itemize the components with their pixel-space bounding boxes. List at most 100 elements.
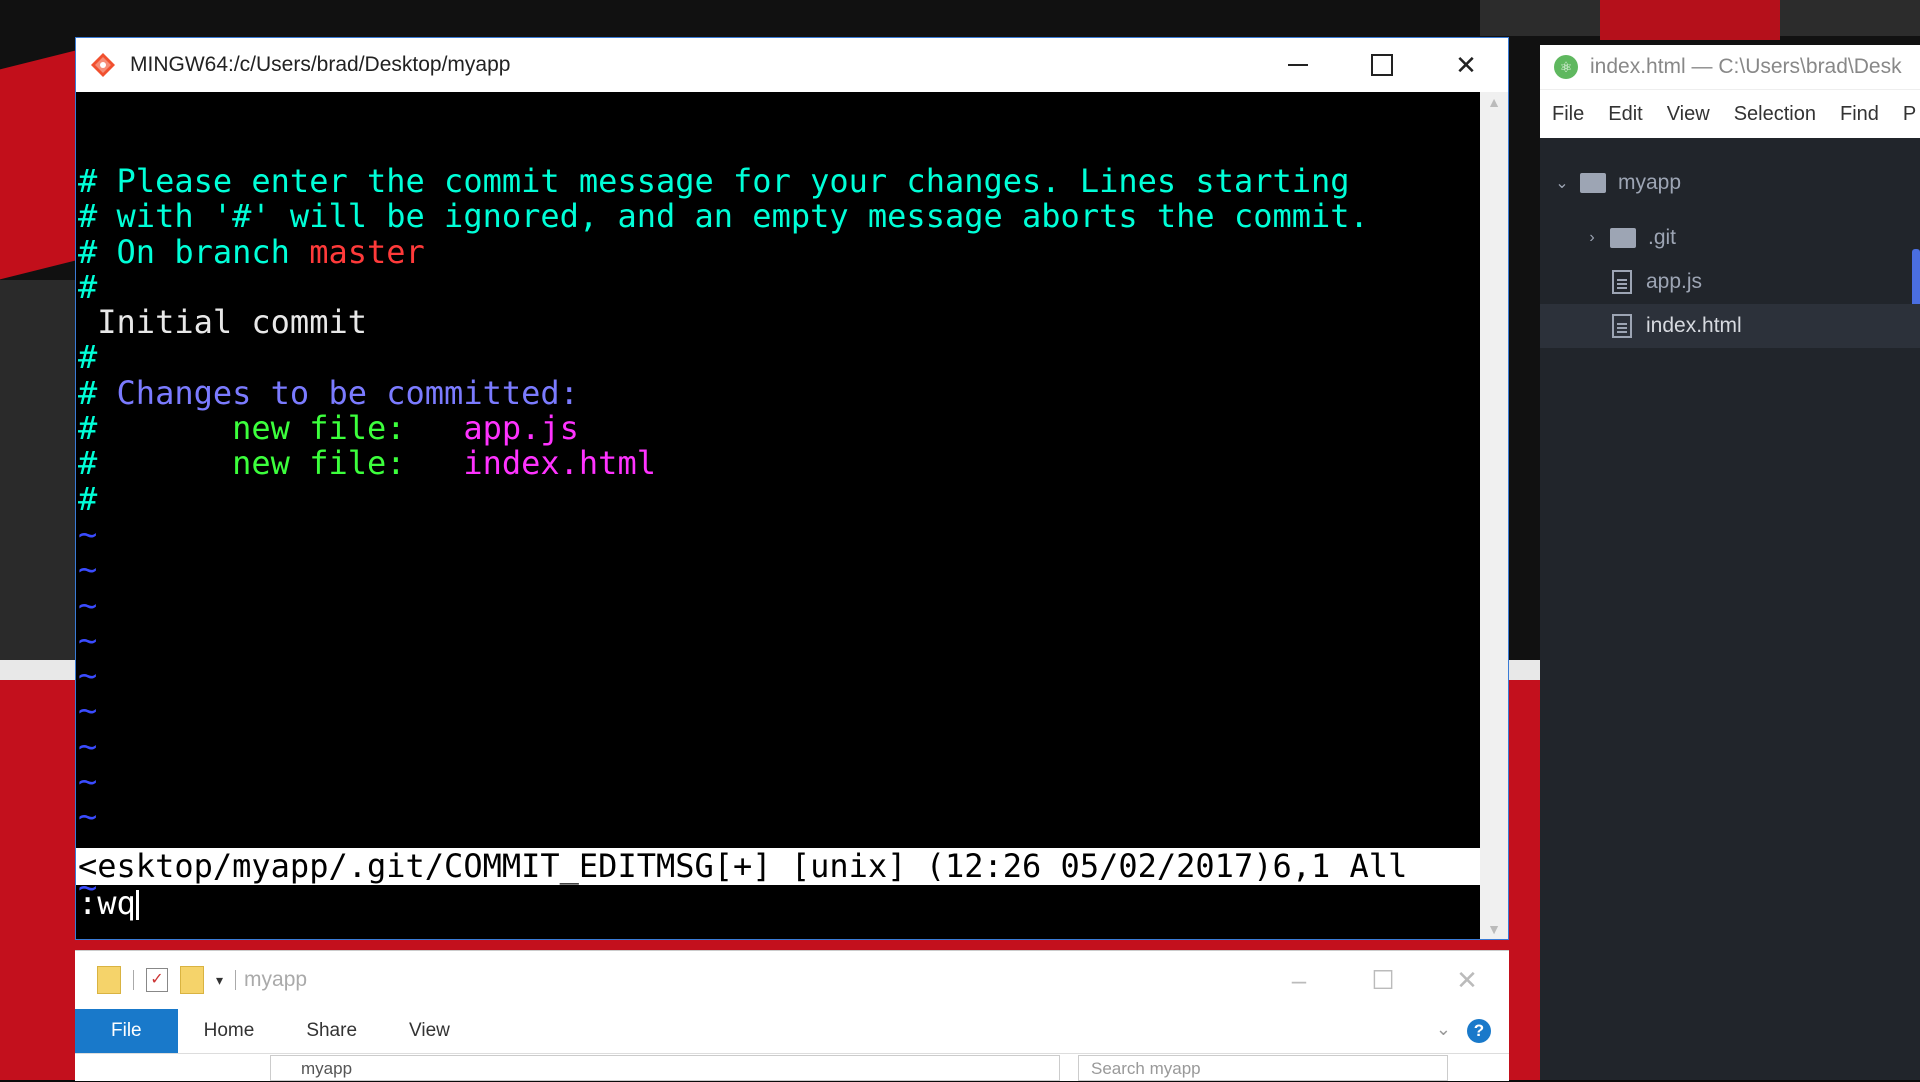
tree-item-label: index.html <box>1646 314 1742 337</box>
editor-titlebar[interactable]: ⚛ index.html — C:\Users\brad\Desk <box>1540 45 1920 89</box>
desktop-shape <box>1600 0 1780 40</box>
folder-icon <box>1610 228 1636 248</box>
menu-view[interactable]: View <box>1655 103 1722 126</box>
menu-file[interactable]: File <box>1540 103 1596 126</box>
buffer-line: # with '#' will be ignored, and an empty… <box>78 199 1480 234</box>
tree-item-myapp[interactable]: ⌄ myapp <box>1540 161 1920 205</box>
folder-icon <box>1580 173 1606 193</box>
scroll-up-icon[interactable]: ▲ <box>1480 94 1508 110</box>
buffer-text: master <box>309 232 425 271</box>
buffer-line: ~ <box>78 585 1480 624</box>
folder-icon <box>97 966 121 994</box>
search-input[interactable]: Search myapp <box>1078 1055 1448 1081</box>
explorer-titlebar[interactable]: ✓ ▾ myapp – ☐ ✕ <box>75 951 1509 1009</box>
editor-window[interactable]: ⚛ index.html — C:\Users\brad\Desk File E… <box>1540 45 1920 1080</box>
tree-item-label: app.js <box>1646 270 1703 293</box>
buffer-text: index.html <box>463 444 656 483</box>
maximize-icon <box>1371 54 1393 76</box>
address-bar[interactable]: myapp <box>270 1055 1060 1081</box>
tree-item-label: .git <box>1648 226 1677 249</box>
buffer-line: # <box>78 479 1480 518</box>
buffer-line: # new file: index.html <box>78 446 1480 481</box>
divider <box>133 970 134 990</box>
buffer-text: new file: <box>97 444 464 483</box>
buffer-text: # <box>78 338 98 377</box>
buffer-line: ~ <box>78 620 1480 659</box>
close-button[interactable]: ✕ <box>1425 951 1509 1009</box>
buffer-line: ~ <box>78 726 1480 765</box>
buffer-line: # Please enter the commit message for yo… <box>78 163 1480 199</box>
chevron-down-icon: ⌄ <box>1555 175 1569 192</box>
help-icon[interactable]: ? <box>1467 1019 1491 1043</box>
buffer-line: ~ <box>78 514 1480 553</box>
tree-item-index-html[interactable]: index.html <box>1540 304 1920 348</box>
editor-title: index.html — C:\Users\brad\Desk <box>1590 55 1902 78</box>
tab-file[interactable]: File <box>75 1009 178 1053</box>
menu-find[interactable]: Find <box>1828 103 1891 126</box>
buffer-text: # <box>78 267 98 306</box>
buffer-text: ~ <box>78 585 98 624</box>
atom-icon: ⚛ <box>1554 55 1578 79</box>
desktop-shape <box>0 50 75 280</box>
tree-item-label: myapp <box>1618 171 1682 194</box>
menu-edit[interactable]: Edit <box>1596 103 1654 126</box>
window-controls: – ☐ ✕ <box>1257 951 1509 1009</box>
desktop-shape <box>0 280 75 660</box>
git-bash-icon <box>91 53 115 77</box>
close-button[interactable]: ✕ <box>1424 38 1508 92</box>
buffer-text: ~ <box>78 656 98 695</box>
ribbon-tabs: File Home Share View ⌄ ? <box>75 1009 1509 1054</box>
vim-command-text: :wq <box>78 884 136 922</box>
buffer-text: ~ <box>78 691 98 730</box>
expand-ribbon-icon[interactable]: ⌄ <box>1436 1019 1451 1040</box>
buffer-text: # <box>78 373 117 412</box>
tree-item-app-js[interactable]: app.js <box>1540 260 1920 304</box>
file-explorer-window[interactable]: ✓ ▾ myapp – ☐ ✕ File Home Share View ⌄ ?… <box>75 950 1509 1081</box>
buffer-text: ~ <box>78 620 98 659</box>
buffer-text: # with '#' will be ignored, and an empty… <box>78 197 1369 236</box>
maximize-button[interactable]: ☐ <box>1341 951 1425 1009</box>
terminal-titlebar[interactable]: MINGW64:/c/Users/brad/Desktop/myapp ✕ <box>76 38 1508 92</box>
buffer-text: # <box>78 479 98 518</box>
buffer-text: ~ <box>78 762 98 801</box>
tab-home[interactable]: Home <box>178 1009 281 1053</box>
chevron-right-icon: › <box>1589 229 1595 246</box>
explorer-title: myapp <box>244 968 308 991</box>
window-controls: ✕ <box>1256 38 1508 92</box>
buffer-text: ~ <box>78 726 98 765</box>
buffer-line: ~ <box>78 799 1480 834</box>
project-tree: ⌄ myapp › .git app.js index.html <box>1540 149 1920 1080</box>
buffer-line: # On branch master <box>78 232 1480 271</box>
vim-command-line[interactable]: :wq <box>76 885 1480 922</box>
menu-packages[interactable]: P <box>1891 103 1920 126</box>
properties-icon[interactable]: ✓ <box>146 968 168 992</box>
file-icon <box>1612 270 1632 294</box>
scroll-down-icon[interactable]: ▼ <box>1480 921 1508 937</box>
buffer-line: ~ <box>78 552 1480 587</box>
tree-item-git[interactable]: › .git <box>1540 216 1920 260</box>
tab-view[interactable]: View <box>383 1009 476 1053</box>
terminal-window[interactable]: MINGW64:/c/Users/brad/Desktop/myapp ✕ # … <box>75 37 1509 940</box>
menu-selection[interactable]: Selection <box>1722 103 1828 126</box>
divider <box>235 970 237 990</box>
maximize-button[interactable] <box>1340 38 1424 92</box>
new-folder-icon[interactable] <box>180 966 204 994</box>
customize-toolbar-icon[interactable]: ▾ <box>216 972 223 989</box>
minimize-button[interactable] <box>1256 38 1340 92</box>
buffer-text: Initial commit <box>78 303 367 342</box>
buffer-line: ~ <box>78 658 1480 693</box>
quick-access-toolbar: ✓ ▾ <box>97 966 237 994</box>
file-icon <box>1612 314 1632 338</box>
minimize-button[interactable]: – <box>1257 951 1341 1009</box>
terminal-title: MINGW64:/c/Users/brad/Desktop/myapp <box>130 53 511 76</box>
buffer-line: # new file: app.js <box>78 409 1480 448</box>
buffer-text: app.js <box>463 409 579 448</box>
vim-buffer[interactable]: # Please enter the commit message for yo… <box>76 92 1480 939</box>
vim-statusline: <esktop/myapp/.git/COMMIT_EDITMSG[+] [un… <box>76 848 1480 885</box>
terminal-scrollbar[interactable]: ▲ ▼ <box>1480 92 1508 939</box>
buffer-text: # On branch <box>78 232 310 271</box>
buffer-text: ~ <box>78 514 98 553</box>
buffer-text: # <box>78 409 98 448</box>
minimize-icon <box>1288 64 1308 66</box>
tab-share[interactable]: Share <box>280 1009 383 1053</box>
